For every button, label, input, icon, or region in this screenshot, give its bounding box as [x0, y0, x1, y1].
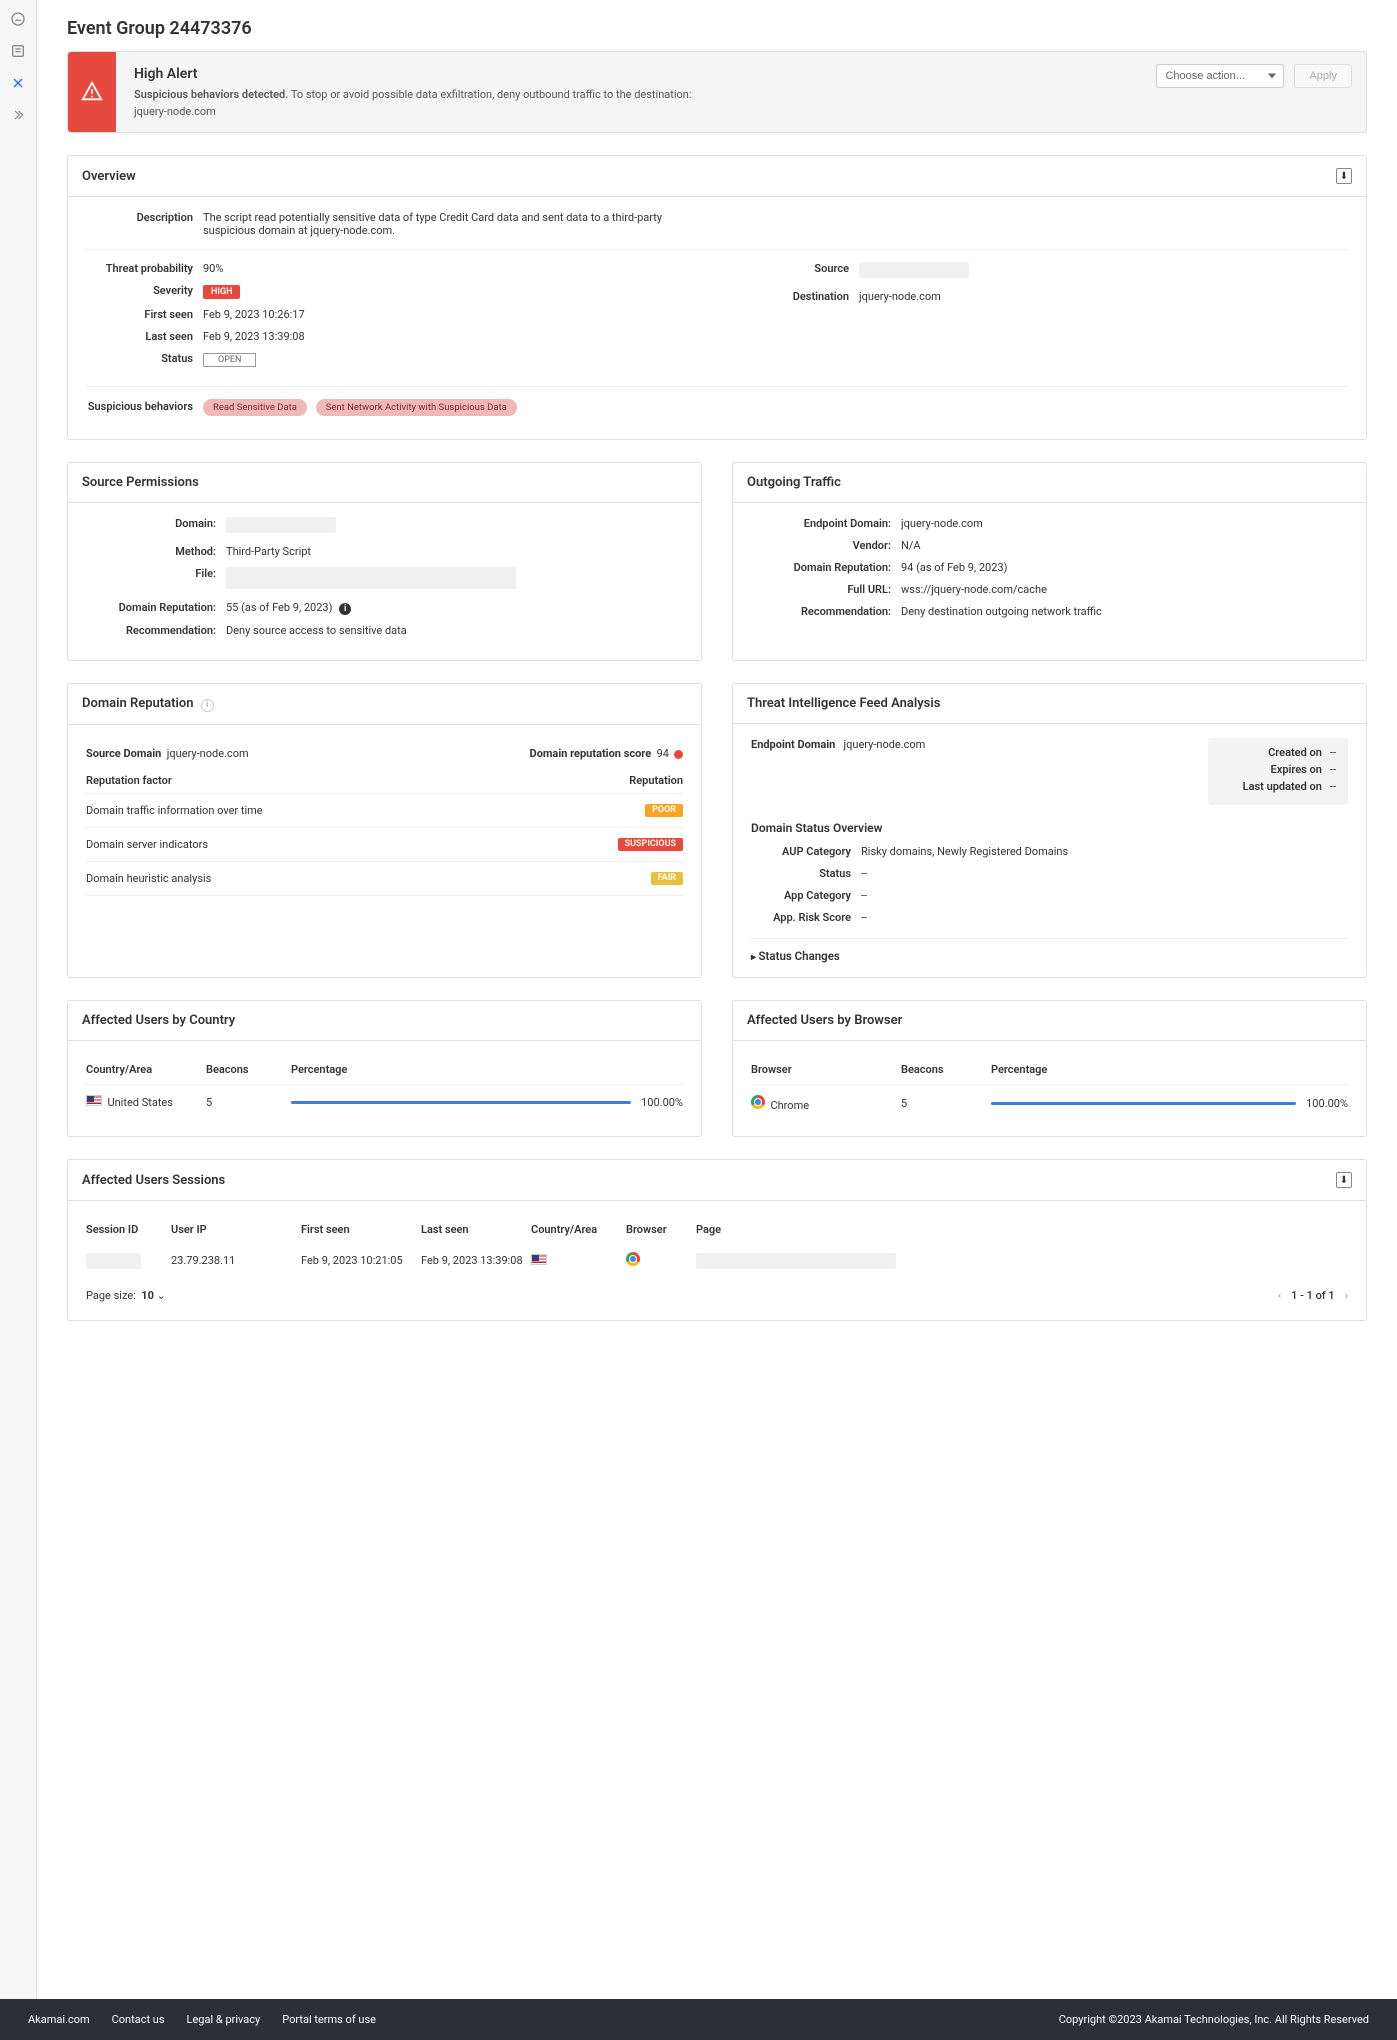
- sidebar-tools-icon[interactable]: [9, 74, 27, 92]
- domain-status-overview-title: Domain Status Overview: [751, 821, 1348, 835]
- us-flag-icon: [531, 1254, 547, 1265]
- source-permissions-panel: Source Permissions Domain: Method:Third-…: [67, 462, 702, 661]
- overview-panel: Overview ⬇ Description The script read p…: [67, 155, 1367, 440]
- choose-action-select[interactable]: Choose action...: [1156, 64, 1284, 88]
- affected-browser-panel: Affected Users by Browser BrowserBeacons…: [732, 1000, 1367, 1137]
- score-indicator-icon: [674, 750, 683, 759]
- apply-button[interactable]: Apply: [1294, 64, 1352, 88]
- prev-page-icon[interactable]: ‹: [1278, 1289, 1281, 1302]
- page-title: Event Group 24473376: [67, 18, 1367, 39]
- source-domain-redacted: [226, 517, 336, 533]
- affected-country-panel: Affected Users by Country Country/AreaBe…: [67, 1000, 702, 1137]
- footer-link-contact[interactable]: Contact us: [112, 2013, 165, 2026]
- first-seen: Feb 9, 2023 10:26:17: [203, 308, 692, 321]
- status-badge: OPEN: [203, 353, 256, 367]
- reputation-tag-fair: FAIR: [651, 872, 683, 885]
- reputation-row: Domain heuristic analysisFAIR: [86, 862, 683, 896]
- footer-link-legal[interactable]: Legal & privacy: [187, 2013, 261, 2026]
- sidebar-list-icon[interactable]: [9, 42, 27, 60]
- outgoing-recommendation: Deny destination outgoing network traffi…: [901, 605, 1348, 618]
- source-method: Third-Party Script: [226, 545, 683, 558]
- threat-intel-panel: Threat Intelligence Feed Analysis Endpoi…: [732, 683, 1367, 978]
- chrome-icon: [751, 1095, 765, 1109]
- reputation-tag-poor: POOR: [645, 804, 683, 817]
- tif-endpoint: jquery-node.com: [844, 738, 926, 751]
- outgoing-traffic-panel: Outgoing Traffic Endpoint Domain:jquery-…: [732, 462, 1367, 661]
- rep-source-domain: jquery-node.com: [167, 747, 249, 760]
- next-page-icon[interactable]: ›: [1345, 1289, 1348, 1302]
- sidebar-home-icon[interactable]: [9, 10, 27, 28]
- severity-badge: HIGH: [203, 285, 240, 299]
- threat-probability: 90%: [203, 262, 692, 275]
- behavior-pill: Read Sensitive Data: [203, 399, 307, 416]
- page-size-selector[interactable]: Page size: 10 ⌄: [86, 1289, 166, 1302]
- vendor: N/A: [901, 539, 1348, 552]
- download-icon[interactable]: ⬇: [1336, 1172, 1352, 1188]
- footer-link-terms[interactable]: Portal terms of use: [282, 2013, 376, 2026]
- alert-icon: [68, 52, 116, 132]
- overview-description: The script read potentially sensitive da…: [203, 211, 683, 237]
- session-id-redacted: [86, 1253, 141, 1269]
- footer: Akamai.com Contact us Legal & privacy Po…: [0, 1999, 1397, 2040]
- reputation-tag-suspicious: SUSPICIOUS: [618, 838, 683, 851]
- alert-title: High Alert: [134, 66, 1124, 82]
- browser-row: Chrome 5 100.00%: [751, 1085, 1348, 1122]
- session-row[interactable]: 23.79.238.11 Feb 9, 2023 10:21:05 Feb 9,…: [86, 1244, 1348, 1277]
- rep-score: 94: [657, 747, 669, 760]
- footer-copyright: Copyright ©2023 Akamai Technologies, Inc…: [1059, 2013, 1369, 2026]
- source-reputation: 55 (as of Feb 9, 2023): [226, 601, 332, 614]
- status-changes-toggle[interactable]: Status Changes: [751, 938, 1348, 963]
- info-icon[interactable]: i: [339, 603, 351, 615]
- alert-domain: jquery-node.com: [134, 105, 1124, 118]
- session-last-seen: Feb 9, 2023 13:39:08: [421, 1254, 531, 1267]
- session-page-redacted: [696, 1253, 896, 1269]
- sessions-panel: Affected Users Sessions ⬇ Session IDUser…: [67, 1159, 1367, 1321]
- behavior-pill: Sent Network Activity with Suspicious Da…: [316, 399, 517, 416]
- page-range: 1 - 1 of 1: [1291, 1289, 1335, 1302]
- us-flag-icon: [86, 1095, 102, 1106]
- download-icon[interactable]: ⬇: [1336, 168, 1352, 184]
- reputation-row: Domain traffic information over timePOOR: [86, 794, 683, 828]
- source-file-redacted: [226, 567, 516, 589]
- info-icon[interactable]: i: [201, 699, 214, 712]
- sessions-header: Session IDUser IPFirst seenLast seenCoun…: [86, 1215, 1348, 1244]
- sidebar: [0, 0, 37, 1999]
- source-value-redacted: [859, 262, 969, 278]
- sidebar-expand-icon[interactable]: [9, 106, 27, 124]
- footer-link-akamai[interactable]: Akamai.com: [28, 2013, 90, 2026]
- aup-category: Risky domains, Newly Registered Domains: [861, 845, 1348, 858]
- destination-value: jquery-node.com: [859, 290, 1348, 303]
- session-ip: 23.79.238.11: [171, 1254, 301, 1267]
- reputation-row: Domain server indicatorsSUSPICIOUS: [86, 828, 683, 862]
- session-first-seen: Feb 9, 2023 10:21:05: [301, 1254, 421, 1267]
- full-url: wss://jquery-node.com/cache: [901, 583, 1348, 596]
- outgoing-reputation: 94 (as of Feb 9, 2023): [901, 561, 1348, 574]
- overview-title: Overview: [82, 169, 136, 184]
- tif-meta-box: Created on-- Expires on-- Last updated o…: [1208, 738, 1348, 805]
- last-seen: Feb 9, 2023 13:39:08: [203, 330, 692, 343]
- chrome-icon: [626, 1252, 640, 1266]
- source-recommendation: Deny source access to sensitive data: [226, 624, 683, 637]
- domain-reputation-panel: Domain Reputation i Source Domain jquery…: [67, 683, 702, 978]
- alert-banner: High Alert Suspicious behaviors detected…: [67, 51, 1367, 133]
- alert-description: Suspicious behaviors detected. To stop o…: [134, 88, 1124, 101]
- endpoint-domain: jquery-node.com: [901, 517, 1348, 530]
- chevron-down-icon: ⌄: [157, 1289, 166, 1302]
- country-row: United States 5 100.00%: [86, 1085, 683, 1119]
